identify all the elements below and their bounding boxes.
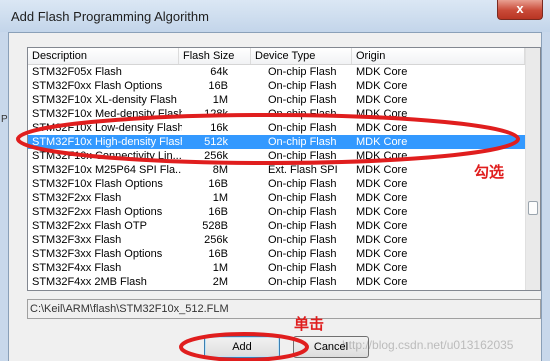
add-button[interactable]: Add (204, 336, 280, 358)
cell-flash-size: 64k (210, 66, 228, 78)
cell-description: STM32F4xx Flash (32, 262, 122, 274)
cell-origin: MDK Core (356, 262, 408, 274)
cell-origin: MDK Core (356, 80, 408, 92)
cell-device-type: On-chip Flash (268, 136, 337, 148)
cell-origin: MDK Core (356, 220, 408, 232)
table-row[interactable]: STM32F0xx Flash Options 16B On-chip Flash M… (28, 79, 525, 93)
cell-flash-size: 16B (208, 206, 228, 218)
cell-description: STM32F3xx Flash (32, 234, 122, 246)
table-row[interactable]: STM32F4xx 2MB Flash 2M On-chip Flash MDK Co… (28, 275, 525, 289)
cell-flash-size: 1M (212, 262, 228, 274)
cell-flash-size: 1M (212, 192, 228, 204)
cell-device-type: On-chip Flash (268, 206, 337, 218)
cell-device-type: On-chip Flash (268, 234, 337, 246)
cell-device-type: On-chip Flash (268, 178, 337, 190)
table-row[interactable]: STM32F10x M25P64 SPI Fla... 8M Ext. Flash … (28, 163, 525, 177)
cell-description: STM32F10x Med-density Flash (32, 108, 182, 120)
cell-description: STM32F10x XL-density Flash (32, 94, 177, 106)
cell-device-type: Ext. Flash SPI (268, 164, 338, 176)
column-header-description[interactable]: Description (28, 48, 179, 64)
cell-origin: MDK Core (356, 164, 408, 176)
table-row[interactable]: STM32F10x Low-density Flash 16k On-chip Fl… (28, 121, 525, 135)
cell-origin: MDK Core (356, 192, 408, 204)
cell-device-type: On-chip Flash (268, 248, 337, 260)
table-row[interactable]: STM32F2xx Flash 1M On-chip Flash MDK Core (28, 191, 525, 205)
cell-device-type: On-chip Flash (268, 66, 337, 78)
list-header: Description Flash Size Device Type Origi… (28, 48, 525, 65)
cell-flash-size: 128k (204, 108, 228, 120)
table-row-selected[interactable]: STM32F10x High-density Flash 512k On-chip … (28, 135, 525, 149)
cell-description: STM32F2xx Flash OTP (32, 220, 147, 232)
cell-flash-size: 256k (204, 234, 228, 246)
window-title: Add Flash Programming Algorithm (11, 9, 209, 24)
cell-device-type: On-chip Flash (268, 108, 337, 120)
cell-origin: MDK Core (356, 150, 408, 162)
table-row[interactable]: STM32F3xx Flash 256k On-chip Flash MDK Core (28, 233, 525, 247)
cell-device-type: On-chip Flash (268, 94, 337, 106)
scrollbar-thumb[interactable] (528, 201, 538, 215)
cell-device-type: On-chip Flash (268, 80, 337, 92)
cell-flash-size: 1M (212, 94, 228, 106)
background-window-strip: P (0, 32, 8, 361)
table-row[interactable]: STM32F4xx Flash 1M On-chip Flash MDK Core (28, 261, 525, 275)
annotation-select-note: 勾选 (474, 163, 505, 181)
cell-origin: MDK Core (356, 276, 408, 288)
cell-description: STM32F10x Low-density Flash (32, 122, 182, 134)
cell-origin: MDK Core (356, 122, 408, 134)
cell-device-type: On-chip Flash (268, 150, 337, 162)
cell-flash-size: 528B (202, 220, 228, 232)
cell-flash-size: 16k (210, 122, 228, 134)
column-header-origin[interactable]: Origin (352, 48, 525, 64)
algorithm-list[interactable]: Description Flash Size Device Type Origi… (27, 47, 541, 291)
cell-description: STM32F4xx 2MB Flash (32, 276, 147, 288)
cell-device-type: On-chip Flash (268, 220, 337, 232)
cell-description: STM32F3xx Flash Options (32, 248, 163, 260)
cell-description: STM32F2xx Flash (32, 192, 122, 204)
background-window-text: P (1, 114, 8, 125)
cell-origin: MDK Core (356, 248, 408, 260)
cell-description: STM32F10x Flash Options (32, 178, 163, 190)
table-row[interactable]: STM32F10x XL-density Flash 1M On-chip Flas… (28, 93, 525, 107)
cell-flash-size: 2M (212, 276, 228, 288)
cell-description: STM32F0xx Flash Options (32, 80, 163, 92)
cell-flash-size: 256k (204, 150, 228, 162)
cell-origin: MDK Core (356, 136, 408, 148)
table-row[interactable]: STM32F2xx Flash OTP 528B On-chip Flash MDK … (28, 219, 525, 233)
watermark: http://blog.csdn.net/u013162035 (342, 338, 514, 352)
table-row[interactable]: STM32F10x Med-density Flash 128k On-chip F… (28, 107, 525, 121)
table-row[interactable]: STM32F05x Flash 64k On-chip Flash MDK Core (28, 65, 525, 79)
cell-device-type: On-chip Flash (268, 276, 337, 288)
cell-origin: MDK Core (356, 206, 408, 218)
cell-flash-size: 16B (208, 178, 228, 190)
cell-flash-size: 16B (208, 80, 228, 92)
column-header-flash-size[interactable]: Flash Size (179, 48, 251, 64)
table-row[interactable]: STM32F2xx Flash Options 16B On-chip Flash M… (28, 205, 525, 219)
cell-device-type: On-chip Flash (268, 262, 337, 274)
table-row[interactable]: STM32F10x Connectivity Lin... 256k On-chip… (28, 149, 525, 163)
cell-origin: MDK Core (356, 94, 408, 106)
table-row[interactable]: STM32F3xx Flash Options 16B On-chip Flash M… (28, 247, 525, 261)
cell-flash-size: 16B (208, 248, 228, 260)
annotation-click-note: 单击 (294, 315, 325, 333)
cell-origin: MDK Core (356, 178, 408, 190)
title-bar[interactable]: Add Flash Programming Algorithm x (0, 0, 550, 32)
cell-description: STM32F05x Flash (32, 66, 122, 78)
cell-description: STM32F2xx Flash Options (32, 206, 163, 218)
cell-origin: MDK Core (356, 234, 408, 246)
cell-flash-size: 8M (212, 164, 228, 176)
cell-description: STM32F10x High-density Flash (32, 136, 182, 148)
cell-origin: MDK Core (356, 108, 408, 120)
cell-flash-size: 512k (204, 136, 228, 148)
column-header-device-type[interactable]: Device Type (251, 48, 352, 64)
table-row[interactable]: STM32F10x Flash Options 16B On-chip Flash M… (28, 177, 525, 191)
list-rows: STM32F05x Flash 64k On-chip Flash MDK Core S… (28, 65, 525, 289)
cell-description: STM32F10x M25P64 SPI Fla... (32, 164, 182, 176)
cell-device-type: On-chip Flash (268, 122, 337, 134)
algorithm-path-field: C:\Keil\ARM\flash\STM32F10x_512.FLM (27, 299, 541, 319)
close-button[interactable]: x (497, 0, 543, 20)
cell-device-type: On-chip Flash (268, 192, 337, 204)
cell-description: STM32F10x Connectivity Lin... (32, 150, 182, 162)
cell-origin: MDK Core (356, 66, 408, 78)
vertical-scrollbar[interactable] (525, 48, 540, 290)
